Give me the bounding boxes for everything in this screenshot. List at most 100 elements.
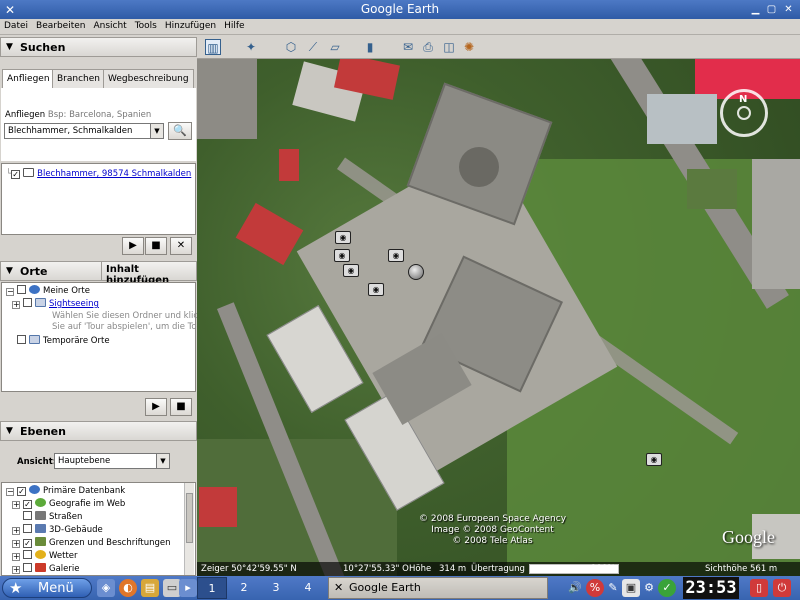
map-view[interactable]: ◉ ◉ ◉ ◉ ◉ ◉ N © 2008 European Space Agen… bbox=[197, 59, 800, 576]
collapse-icon[interactable]: ▼ bbox=[6, 426, 13, 436]
google-logo: Google bbox=[722, 527, 775, 547]
layers-panel-header[interactable]: ▼ Ebenen bbox=[0, 421, 197, 441]
file-manager-icon[interactable]: ▤ bbox=[141, 579, 159, 597]
dropdown-arrow-icon[interactable]: ▼ bbox=[156, 454, 169, 468]
compass-ring-icon bbox=[737, 106, 751, 120]
panorama-marker-icon[interactable] bbox=[408, 264, 424, 280]
tab-wegbeschreibung[interactable]: Wegbeschreibung bbox=[103, 69, 194, 89]
desktop-2[interactable]: 2 bbox=[229, 577, 259, 599]
tree-item[interactable]: + Galerie bbox=[12, 563, 79, 574]
tree-item[interactable]: +3D-Gebäude bbox=[12, 524, 103, 535]
result-link[interactable]: Blechhammer, 98574 Schmalkalden bbox=[37, 169, 191, 179]
sun-icon bbox=[35, 550, 46, 559]
globe-icon bbox=[29, 485, 40, 494]
tree-item[interactable]: + Wetter bbox=[12, 550, 78, 561]
navigation-compass[interactable]: N bbox=[720, 89, 768, 137]
lock-screen-icon[interactable]: ▯ bbox=[750, 579, 768, 597]
volume-icon[interactable]: 🔊 bbox=[566, 579, 584, 597]
email-icon[interactable]: ✉ bbox=[400, 39, 416, 55]
folder-description: Wählen Sie diesen Ordner und klicken bbox=[52, 311, 214, 321]
tab-branchen[interactable]: Branchen bbox=[52, 69, 105, 89]
menu-bearbeiten[interactable]: Bearbeiten bbox=[32, 19, 89, 31]
search-form: Anfliegen Bsp: Barcelona, Spanien Blechh… bbox=[1, 88, 196, 161]
photo-marker-icon[interactable]: ◉ bbox=[343, 264, 359, 277]
sidebar-toggle-icon[interactable]: ▥ bbox=[205, 39, 221, 55]
result-checkbox[interactable]: ✓ bbox=[11, 170, 21, 179]
collapse-icon[interactable]: ▼ bbox=[6, 266, 13, 276]
menu-ansicht[interactable]: Ansicht bbox=[89, 19, 130, 31]
view-altitude-value: 561 m bbox=[750, 564, 778, 574]
tree-item[interactable]: + ✓ Geografie im Web bbox=[12, 498, 125, 509]
clock[interactable]: 23:53 bbox=[683, 577, 739, 599]
firefox-icon[interactable]: ◐ bbox=[119, 579, 137, 597]
network-icon[interactable]: ⚙ bbox=[640, 579, 658, 597]
border-icon bbox=[35, 537, 46, 546]
taskbar-item-google-earth[interactable]: ✕ Google Earth bbox=[328, 577, 548, 599]
desktop-4[interactable]: 4 bbox=[293, 577, 323, 599]
maps-icon[interactable]: ◫ bbox=[441, 39, 457, 55]
play-icon: ▶ bbox=[152, 401, 160, 412]
star-icon bbox=[35, 498, 46, 507]
search-panel-header[interactable]: ▼ Suchen bbox=[0, 37, 197, 57]
photo-marker-icon[interactable]: ◉ bbox=[646, 453, 662, 466]
places-tree: − Meine Orte + Sightseeing Wählen Sie dies… bbox=[1, 282, 218, 392]
placemark-icon[interactable]: ✦ bbox=[243, 39, 259, 55]
collapse-icon[interactable]: ▼ bbox=[6, 42, 13, 52]
tree-item[interactable]: Straßen bbox=[12, 511, 82, 522]
tree-item[interactable]: + Sightseeing bbox=[12, 298, 99, 309]
play-button[interactable]: ▶ bbox=[122, 237, 144, 255]
add-content-button[interactable]: Inhalt hinzufügen bbox=[101, 261, 197, 286]
menu-tools[interactable]: Tools bbox=[131, 19, 161, 31]
stop-tour-button[interactable]: ■ bbox=[170, 398, 192, 416]
ruler-icon[interactable]: ▮ bbox=[362, 39, 378, 55]
logout-icon[interactable]: ⏻ bbox=[773, 579, 791, 597]
search-results: └✓ Blechhammer, 98574 Schmalkalden bbox=[1, 163, 196, 235]
expand-icon[interactable]: ▸ bbox=[179, 579, 197, 597]
maximize-icon[interactable]: ▢ bbox=[765, 3, 778, 16]
minimize-icon[interactable]: ▁ bbox=[749, 3, 762, 16]
search-button[interactable]: 🔍 bbox=[168, 122, 192, 140]
tree-item[interactable]: − ✓ Primäre Datenbank bbox=[6, 485, 125, 496]
overlay-icon[interactable]: ▱ bbox=[327, 39, 343, 55]
menu-hilfe[interactable]: Hilfe bbox=[220, 19, 248, 31]
stop-button[interactable]: ■ bbox=[145, 237, 167, 255]
folder-icon bbox=[35, 298, 46, 307]
fly-input[interactable]: Blechhammer, Schmalkalden ▼ bbox=[4, 123, 164, 139]
update-ok-icon[interactable]: ✓ bbox=[658, 579, 676, 597]
view-label: Ansicht: bbox=[17, 457, 57, 467]
grid-icon bbox=[23, 168, 35, 177]
dropdown-arrow-icon[interactable]: ▼ bbox=[150, 124, 163, 138]
desktop-1[interactable]: 1 bbox=[197, 577, 227, 599]
clear-button[interactable]: ✕ bbox=[170, 237, 192, 255]
print-icon[interactable]: ⎙ bbox=[420, 39, 436, 55]
layers-scrollbar[interactable] bbox=[184, 483, 194, 575]
photo-marker-icon[interactable]: ◉ bbox=[334, 249, 350, 262]
desktop-3[interactable]: 3 bbox=[261, 577, 291, 599]
display-icon[interactable]: ▣ bbox=[622, 579, 640, 597]
play-icon: ▶ bbox=[129, 240, 137, 251]
globe-icon bbox=[29, 285, 40, 294]
start-menu-button[interactable]: ★ Menü bbox=[2, 578, 92, 598]
elevation-value: 314 m bbox=[439, 564, 467, 574]
play-tour-button[interactable]: ▶ bbox=[145, 398, 167, 416]
security-icon[interactable]: ✎ bbox=[604, 579, 622, 597]
close-icon[interactable]: ✕ bbox=[782, 3, 795, 16]
tab-anfliegen[interactable]: Anfliegen bbox=[2, 69, 55, 89]
path-icon[interactable]: ⟋ bbox=[305, 39, 321, 55]
photo-marker-icon[interactable]: ◉ bbox=[368, 283, 384, 296]
pointer-lon: 10°27'55.33" O bbox=[343, 564, 409, 574]
polygon-icon[interactable]: ⬡ bbox=[283, 39, 299, 55]
photo-marker-icon[interactable]: ◉ bbox=[335, 231, 351, 244]
menu-hinzufuegen[interactable]: Hinzufügen bbox=[161, 19, 220, 31]
tree-item[interactable]: − Meine Orte bbox=[6, 285, 90, 296]
tree-item[interactable]: + ✓ Grenzen und Beschriftungen bbox=[12, 537, 171, 548]
percent-icon[interactable]: % bbox=[586, 579, 604, 597]
view-select[interactable]: Hauptebene ▼ bbox=[54, 453, 170, 469]
menu-datei[interactable]: Datei bbox=[0, 19, 32, 31]
places-panel-header[interactable]: ▼ Orte Inhalt hinzufügen bbox=[0, 261, 197, 286]
desktop-icon[interactable]: ◈ bbox=[97, 579, 115, 597]
sky-icon[interactable]: ✺ bbox=[461, 39, 477, 55]
tree-item[interactable]: Temporäre Orte bbox=[6, 335, 110, 346]
scrollbar-thumb[interactable] bbox=[186, 493, 193, 543]
photo-marker-icon[interactable]: ◉ bbox=[388, 249, 404, 262]
